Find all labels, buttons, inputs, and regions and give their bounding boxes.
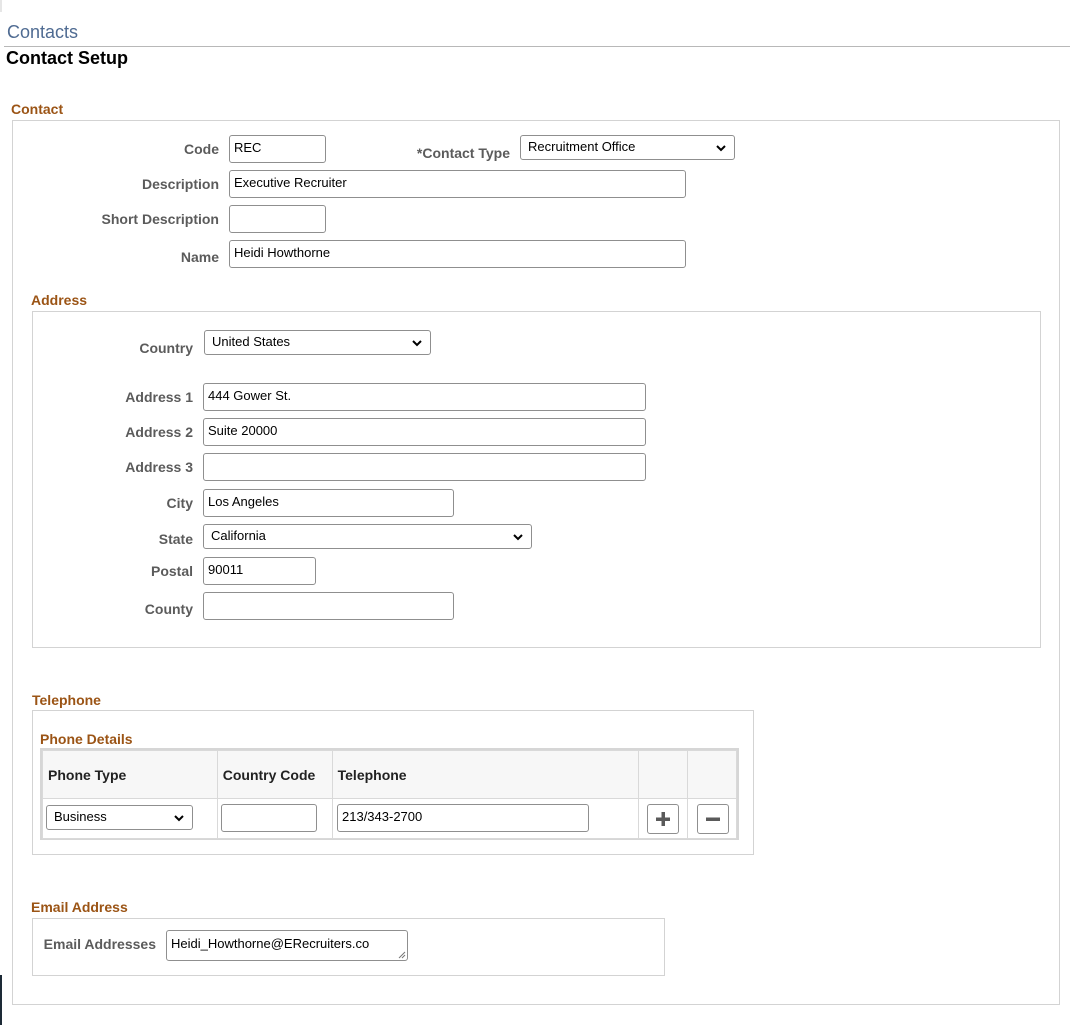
chevron-down-icon [513, 533, 523, 540]
postal-label: Postal [150, 563, 193, 579]
state-label: State [158, 531, 193, 547]
phone-details-title: Phone Details [40, 731, 133, 747]
chevron-down-icon [174, 814, 184, 821]
short-description-field[interactable] [229, 205, 326, 233]
address3-label: Address 3 [125, 459, 193, 475]
county-label: County [144, 601, 193, 617]
address1-field[interactable]: 444 Gower St. [203, 383, 646, 411]
name-field[interactable]: Heidi Howthorne [229, 240, 686, 268]
col-country-code: Country Code [216, 750, 333, 799]
code-label: Code [184, 141, 219, 157]
address3-field[interactable] [203, 453, 646, 481]
chevron-down-icon [412, 339, 422, 346]
address2-field[interactable]: Suite 20000 [203, 418, 646, 446]
contact-type-label: *Contact Type [416, 145, 510, 161]
name-label: Name [180, 249, 219, 265]
address1-label: Address 1 [125, 389, 193, 405]
window-edge [0, 0, 2, 12]
col-add [638, 750, 689, 799]
email-section-label: Email Address [31, 899, 128, 915]
plus-icon [656, 812, 670, 826]
address-section-label: Address [31, 292, 88, 308]
state-select[interactable]: California [203, 524, 532, 549]
resize-grip-icon[interactable] [398, 951, 406, 959]
col-delete [687, 750, 737, 799]
chevron-down-icon [716, 144, 726, 151]
col-phone-type: Phone Type [42, 750, 218, 799]
country-label: Country [139, 340, 193, 356]
minus-icon [706, 817, 720, 821]
description-label: Description [141, 176, 219, 192]
add-row-button[interactable] [647, 804, 679, 834]
short-description-label: Short Description [101, 211, 219, 227]
code-field[interactable]: REC [229, 135, 326, 163]
phone-type-select[interactable]: Business [46, 805, 193, 830]
email-addresses-label: Email Addresses [43, 936, 156, 952]
contact-type-select[interactable]: Recruitment Office [520, 135, 735, 160]
address2-label: Address 2 [125, 424, 193, 440]
breadcrumb[interactable]: Contacts [7, 22, 78, 43]
country-select[interactable]: United States [204, 330, 431, 355]
col-telephone: Telephone [331, 750, 640, 799]
delete-row-button[interactable] [697, 804, 729, 834]
window-edge-dark [0, 975, 2, 1025]
page-title: Contact Setup [6, 48, 129, 68]
title-divider [4, 46, 1070, 47]
grid-header-row: Phone Type Country Code Telephone [42, 750, 737, 799]
city-field[interactable]: Los Angeles [203, 489, 454, 517]
contact-section-label: Contact [11, 101, 64, 117]
telephone-section-label: Telephone [32, 692, 101, 708]
city-label: City [166, 495, 193, 511]
description-field[interactable]: Executive Recruiter [229, 170, 686, 198]
country-code-field[interactable] [221, 804, 317, 832]
postal-field[interactable]: 90011 [203, 557, 316, 585]
telephone-field[interactable]: 213/343-2700 [337, 804, 589, 832]
email-addresses-field[interactable]: Heidi_Howthorne@ERecruiters.co [166, 930, 408, 961]
county-field[interactable] [203, 592, 454, 620]
